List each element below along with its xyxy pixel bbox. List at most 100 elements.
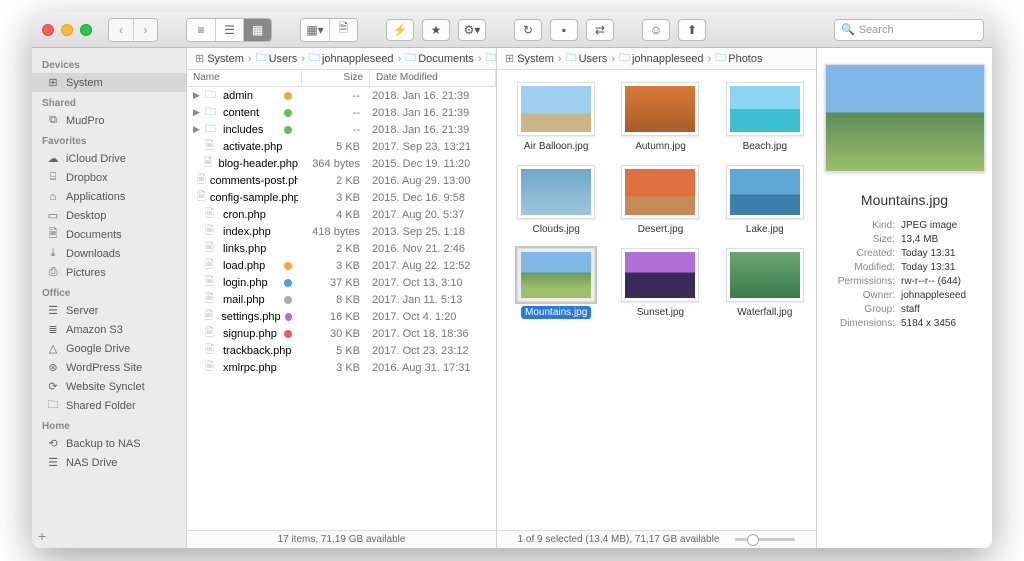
col-name[interactable]: Name xyxy=(187,70,302,86)
sidebar-item[interactable]: ⌸Dropbox xyxy=(32,168,186,187)
sidebar-item[interactable]: ⤓Downloads xyxy=(32,244,186,263)
minimize-button[interactable] xyxy=(61,24,73,36)
icon-view[interactable]: Air Balloon.jpg Autumn.jpg Beach.jpg Clouds… xyxy=(497,70,816,530)
search-placeholder: Search xyxy=(859,24,894,36)
col-size[interactable]: Size xyxy=(302,70,370,86)
file-row[interactable]: 🗎load.php3 KB2017. Aug 22. 12:52 xyxy=(187,257,496,274)
info-key: Owner: xyxy=(825,290,895,301)
status-left: 17 items, 71,19 GB available xyxy=(187,530,496,548)
view-icons-icon[interactable]: ▦ xyxy=(243,19,271,41)
file-row[interactable]: ▶🗀content--2018. Jan 16. 21:39 xyxy=(187,104,496,121)
emoji-icon[interactable]: ☺ xyxy=(642,19,670,41)
nav-back[interactable]: ‹ xyxy=(109,19,133,41)
icon-label: Clouds.jpg xyxy=(529,223,584,236)
file-row[interactable]: 🗎trackback.php5 KB2017. Oct 23. 23:12 xyxy=(187,342,496,359)
sidebar-item[interactable]: △ Google Drive xyxy=(32,339,186,358)
search-input[interactable]: 🔍 Search xyxy=(834,19,984,41)
icon-item[interactable]: Mountains.jpg xyxy=(513,248,599,319)
sidebar-label: Google Drive xyxy=(66,343,130,355)
file-row[interactable]: 🗎index.php418 bytes2013. Sep 25. 1:18 xyxy=(187,223,496,240)
info-key: Modified: xyxy=(825,262,895,273)
icon-label: Autumn.jpg xyxy=(631,140,690,153)
file-row[interactable]: 🗎cron.php4 KB2017. Aug 20. 5:37 xyxy=(187,206,496,223)
crumb-seg[interactable]: Photos xyxy=(728,53,762,65)
icon-item[interactable]: Air Balloon.jpg xyxy=(513,82,599,153)
view-list-icon[interactable]: ≡ xyxy=(187,19,215,41)
upload-icon[interactable]: ⬆ xyxy=(678,19,706,41)
new-doc-icon[interactable]: 🗎 xyxy=(329,19,357,41)
sidebar-icon: △ xyxy=(46,342,60,355)
file-row[interactable]: 🗎signup.php30 KB2017. Oct 18. 18:36 xyxy=(187,325,496,342)
sidebar-item[interactable]: ☁iCloud Drive xyxy=(32,149,186,168)
sidebar-item[interactable]: 🗀Shared Folder xyxy=(32,396,186,415)
crumb-seg[interactable]: Documents xyxy=(418,53,474,65)
list-header[interactable]: Name Size Date Modified xyxy=(187,70,496,87)
view-columns-icon[interactable]: ☰ xyxy=(215,19,243,41)
crumb-seg[interactable]: johnappleseed xyxy=(632,53,704,65)
gear-icon[interactable]: ⚙▾ xyxy=(458,19,486,41)
file-row[interactable]: 🗎xmlrpc.php3 KB2016. Aug 31. 17:31 xyxy=(187,359,496,376)
file-name: config-sample.php xyxy=(210,192,298,204)
file-row[interactable]: 🗎blog-header.php364 bytes2015. Dec 19. 1… xyxy=(187,155,496,172)
sidebar-item[interactable]: ☰Server xyxy=(32,301,186,320)
zoom-slider[interactable] xyxy=(735,538,795,541)
icon-item[interactable]: Beach.jpg xyxy=(722,82,808,153)
sidebar-item[interactable]: ⧉MudPro xyxy=(32,111,186,130)
crumb-seg[interactable]: Users xyxy=(579,53,608,65)
icon-item[interactable]: Lake.jpg xyxy=(722,165,808,236)
info-key: Dimensions: xyxy=(825,318,895,329)
icon-item[interactable]: Desert.jpg xyxy=(617,165,703,236)
sidebar-item[interactable]: ⎙Pictures xyxy=(32,263,186,282)
close-button[interactable] xyxy=(42,24,54,36)
icon-item[interactable]: Sunset.jpg xyxy=(617,248,703,319)
file-row[interactable]: 🗎config-sample.php3 KB2015. Dec 16. 9:58 xyxy=(187,189,496,206)
file-row[interactable]: ▶🗀includes--2018. Jan 16. 21:39 xyxy=(187,121,496,138)
arrange-dropdown[interactable]: ▦▾ xyxy=(301,19,329,41)
file-date: 2017. Jan 11. 5:13 xyxy=(366,294,492,306)
file-row[interactable]: 🗎comments-post.php2 KB2016. Aug 29. 13:0… xyxy=(187,172,496,189)
terminal-icon[interactable]: ▪ xyxy=(550,19,578,41)
file-row[interactable]: 🗎links.php2 KB2016. Nov 21. 2:46 xyxy=(187,240,496,257)
sidebar-label: MudPro xyxy=(66,115,105,127)
zoom-button[interactable] xyxy=(80,24,92,36)
quick-action-icon[interactable]: ⚡ xyxy=(386,19,414,41)
crumb-seg[interactable]: System xyxy=(517,53,554,65)
icon-item[interactable]: Waterfall.jpg xyxy=(722,248,808,319)
thumbnail xyxy=(517,82,595,136)
file-row[interactable]: 🗎mail.php8 KB2017. Jan 11. 5:13 xyxy=(187,291,496,308)
crumb-seg[interactable]: System xyxy=(207,53,244,65)
sidebar-item[interactable]: ⟲Backup to NAS xyxy=(32,434,186,453)
sidebar-item[interactable]: ⊞System xyxy=(32,73,186,92)
breadcrumb-left[interactable]: ⊞System›🗀Users›🗀johnappleseed›🗀Documents… xyxy=(187,48,496,70)
crumb-seg[interactable]: johnappleseed xyxy=(322,53,394,65)
sidebar-item[interactable]: ☰NAS Drive xyxy=(32,453,186,472)
file-row[interactable]: ▶🗀admin--2018. Jan 16. 21:39 xyxy=(187,87,496,104)
icon-label: Air Balloon.jpg xyxy=(520,140,592,153)
sidebar-item[interactable]: ▭Desktop xyxy=(32,206,186,225)
file-row[interactable]: 🗎login.php37 KB2017. Oct 13. 3:10 xyxy=(187,274,496,291)
sync-icon[interactable]: ↻ xyxy=(514,19,542,41)
info-key: Group: xyxy=(825,304,895,315)
file-size: 8 KB xyxy=(298,294,366,306)
file-row[interactable]: 🗎activate.php5 KB2017. Sep 23. 13:21 xyxy=(187,138,496,155)
file-name: cron.php xyxy=(223,209,266,221)
sidebar-item[interactable]: ⊛WordPress Site xyxy=(32,358,186,377)
nav-forward[interactable]: › xyxy=(133,19,157,41)
sidebar-icon: ⌂ xyxy=(46,191,60,203)
icon-item[interactable]: Autumn.jpg xyxy=(617,82,703,153)
col-date[interactable]: Date Modified xyxy=(370,70,496,86)
crumb-seg[interactable]: Users xyxy=(269,53,298,65)
file-row[interactable]: 🗎settings.php16 KB2017. Oct 4. 1:20 xyxy=(187,308,496,325)
file-size: 37 KB xyxy=(298,277,366,289)
favorite-icon[interactable]: ★ xyxy=(422,19,450,41)
sidebar-icon: ⊞ xyxy=(46,76,60,89)
add-sidebar-item[interactable]: + xyxy=(38,528,46,544)
sidebar-item[interactable]: 🗎Documents xyxy=(32,225,186,244)
icon-item[interactable]: Clouds.jpg xyxy=(513,165,599,236)
sidebar-heading: Office xyxy=(32,282,186,301)
breadcrumb-right[interactable]: ⊞System›🗀Users›🗀johnappleseed›🗀Photos xyxy=(497,48,816,70)
sidebar-item[interactable]: ≣Amazon S3 xyxy=(32,320,186,339)
sidebar-item[interactable]: ⟳Website Synclet xyxy=(32,377,186,396)
compare-icon[interactable]: ⇄ xyxy=(586,19,614,41)
sidebar-item[interactable]: ⌂Applications xyxy=(32,187,186,206)
